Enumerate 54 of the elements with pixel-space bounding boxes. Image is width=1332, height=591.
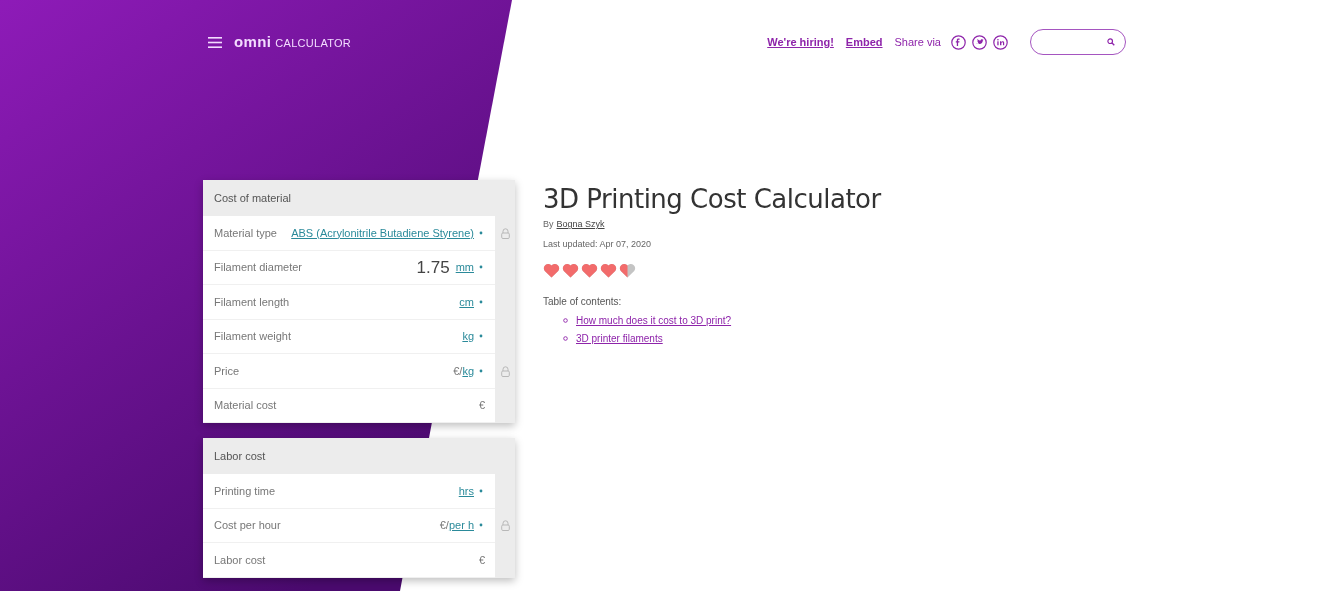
toc-heading: Table of contents: xyxy=(543,295,623,309)
unit-dropdown[interactable]: ABS (Acrylonitrile Butadiene Styrene) xyxy=(291,224,474,241)
search-icon xyxy=(1107,38,1115,46)
toc-link[interactable]: How much does it cost to 3D print? xyxy=(576,313,732,328)
field-label: Labor cost xyxy=(214,552,267,568)
menu-icon[interactable] xyxy=(208,36,222,48)
caret-icon[interactable] xyxy=(477,367,485,374)
section-title: Cost of material xyxy=(214,190,292,206)
byline-label: By xyxy=(543,218,554,231)
currency-symbol: €/ xyxy=(453,363,463,379)
currency-symbol: € xyxy=(478,398,485,413)
caret-icon[interactable] xyxy=(477,333,485,340)
field-label: Cost per hour xyxy=(214,518,282,533)
heart-rating-icon[interactable] xyxy=(562,263,579,278)
share-label: Share via xyxy=(894,34,941,50)
omni-calculator-logo[interactable]: omni CALCULATOR xyxy=(234,30,352,54)
input-field[interactable]: 1.75 xyxy=(416,254,450,280)
field-label: Price xyxy=(214,363,241,379)
linkedin-share-icon[interactable] xyxy=(993,34,1008,50)
currency-symbol: € xyxy=(478,552,485,568)
unit-dropdown[interactable]: kg xyxy=(462,328,474,345)
caret-icon[interactable] xyxy=(477,298,485,305)
header-link[interactable]: We're hiring! xyxy=(767,33,834,51)
field-label: Printing time xyxy=(214,483,277,499)
caret-icon[interactable] xyxy=(477,487,485,494)
field-label: Filament weight xyxy=(214,329,293,344)
heart-rating-icon[interactable] xyxy=(600,263,617,278)
field-label: Filament length xyxy=(214,294,291,310)
unit-dropdown[interactable]: cm xyxy=(459,293,474,310)
facebook-share-icon[interactable] xyxy=(951,34,966,50)
heart-rating-icon[interactable] xyxy=(619,263,636,278)
field-label: Material type xyxy=(214,225,278,241)
header-link[interactable]: Embed xyxy=(845,33,883,51)
section-title: Labor cost xyxy=(214,448,266,464)
bullet-icon xyxy=(563,336,568,341)
field-label: Material cost xyxy=(214,398,278,413)
unit-dropdown[interactable]: per h xyxy=(448,517,474,534)
bullet-icon xyxy=(563,318,568,323)
unit-dropdown[interactable]: kg xyxy=(462,362,474,379)
unit-dropdown[interactable]: mm xyxy=(455,259,474,276)
search-field[interactable] xyxy=(1030,29,1126,55)
author-link[interactable]: Bogna Szyk xyxy=(556,218,605,232)
caret-icon[interactable] xyxy=(477,229,485,236)
currency-symbol: €/ xyxy=(439,518,449,533)
heart-rating-icon[interactable] xyxy=(543,263,560,278)
page-title: 3D Printing Cost Calculator xyxy=(543,184,881,214)
caret-icon[interactable] xyxy=(477,522,485,529)
unit-dropdown[interactable]: hrs xyxy=(458,482,474,499)
last-updated-text: Last updated: Apr 07, 2020 xyxy=(543,237,653,251)
field-label: Filament diameter xyxy=(214,260,304,275)
caret-icon[interactable] xyxy=(477,264,485,271)
heart-rating-icon[interactable] xyxy=(581,263,598,278)
twitter-share-icon[interactable] xyxy=(972,34,987,50)
toc-link[interactable]: 3D printer filaments xyxy=(576,331,663,346)
